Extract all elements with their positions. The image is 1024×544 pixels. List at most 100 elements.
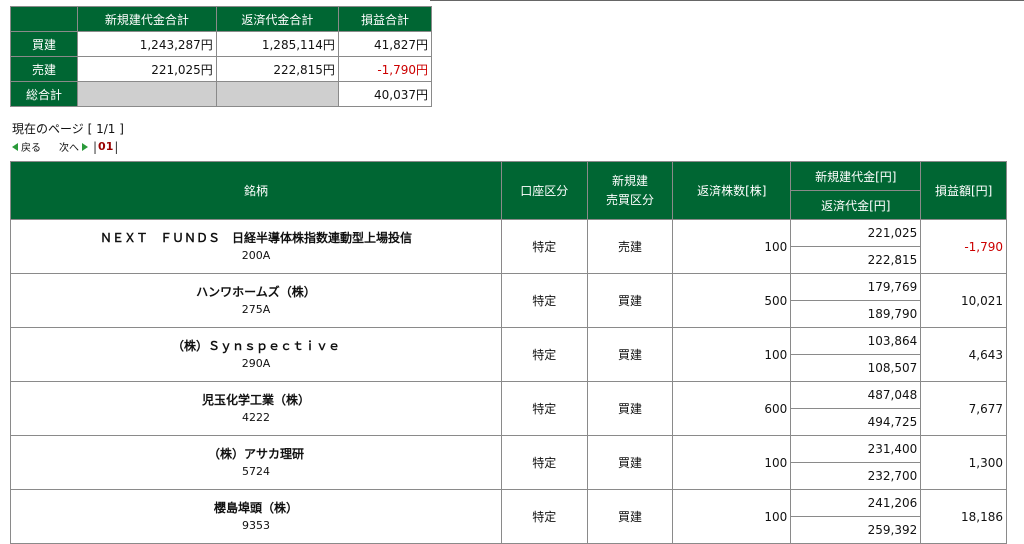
close-amount: 189,790 [790, 300, 922, 328]
table-row: （株）アサカ理研 5724 特定 買建 100 231,400 1,300 [10, 435, 1007, 490]
top-divider [430, 0, 1024, 1]
summary-header-pl: 損益合計 [337, 6, 433, 32]
header-qty: 返済株数[株] [672, 161, 792, 220]
stock-name: ＮＥＸＴ ＦＵＮＤＳ 日経半導体株指数連動型上場投信 [99, 230, 412, 245]
summary-row-sell: 売建 221,025円 222,815円 -1,790円 [10, 56, 433, 82]
open-amount: 241,206 [790, 489, 922, 517]
pager: 戻る 次へ | 01 | [12, 139, 119, 154]
arrow-right-icon [82, 142, 88, 151]
summary-table: 新規建代金合計 返済代金合計 損益合計 買建 1,243,287円 1,285,… [10, 6, 433, 107]
open-amount: 221,025 [790, 219, 922, 247]
header-name: 銘柄 [10, 161, 502, 220]
account-type: 特定 [500, 219, 588, 274]
header-account: 口座区分 [500, 161, 588, 220]
close-amount: 232,700 [790, 462, 922, 490]
summary-row-label: 売建 [10, 56, 78, 82]
close-quantity: 500 [672, 273, 792, 328]
close-amount: 222,815 [790, 246, 922, 274]
table-row: ハンワホームズ（株） 275A 特定 買建 500 179,769 10,021 [10, 273, 1007, 328]
summary-header-open: 新規建代金合計 [77, 6, 217, 32]
stock-code: 290A [241, 356, 271, 370]
open-amount: 231,400 [790, 435, 922, 463]
profit-loss: -1,790 [920, 219, 1007, 274]
header-open-amount: 新規建代金[円] [790, 161, 922, 191]
profit-loss: 10,021 [920, 273, 1007, 328]
summary-empty-cell [77, 81, 217, 107]
stock-code: 200A [241, 248, 271, 262]
summary-close-value: 1,285,114円 [215, 31, 339, 57]
prev-label: 戻る [21, 143, 41, 154]
stock-name-cell: ハンワホームズ（株） 275A [10, 273, 502, 328]
profit-loss: 7,677 [920, 381, 1007, 436]
stock-name: （株）Ｓｙｎｓｐｅｃｔｉｖｅ [171, 338, 340, 353]
trade-side: 売建 [586, 219, 674, 274]
table-row: 児玉化学工業（株） 4222 特定 買建 600 487,048 7,677 [10, 381, 1007, 436]
account-type: 特定 [500, 489, 588, 544]
stock-name: 児玉化学工業（株） [201, 392, 310, 407]
summary-pl-value: -1,790円 [337, 56, 433, 82]
stock-name: （株）アサカ理研 [207, 446, 304, 461]
summary-row-label: 買建 [10, 31, 78, 57]
pager-separator: | [93, 139, 98, 154]
header-pl: 損益額[円] [920, 161, 1007, 220]
stock-name-cell: （株）Ｓｙｎｓｐｅｃｔｉｖｅ 290A [10, 327, 502, 382]
summary-row-buy: 買建 1,243,287円 1,285,114円 41,827円 [10, 31, 433, 57]
summary-open-value: 1,243,287円 [77, 31, 217, 57]
table-row: （株）Ｓｙｎｓｐｅｃｔｉｖｅ 290A 特定 買建 100 103,864 4,… [10, 327, 1007, 382]
summary-row-label: 総合計 [10, 81, 78, 107]
stock-name: 櫻島埠頭（株） [213, 500, 298, 515]
trade-side: 買建 [586, 489, 674, 544]
summary-total-pl: 40,037円 [337, 81, 433, 107]
trade-side: 買建 [586, 381, 674, 436]
pager-separator: | [114, 139, 119, 154]
trade-side: 買建 [586, 273, 674, 328]
stock-code: 5724 [241, 464, 270, 478]
summary-header-close: 返済代金合計 [215, 6, 339, 32]
open-amount: 487,048 [790, 381, 922, 409]
account-type: 特定 [500, 381, 588, 436]
summary-open-value: 221,025円 [77, 56, 217, 82]
account-type: 特定 [500, 327, 588, 382]
close-quantity: 100 [672, 327, 792, 382]
trade-side: 買建 [586, 435, 674, 490]
close-quantity: 100 [672, 435, 792, 490]
stock-name-cell: 櫻島埠頭（株） 9353 [10, 489, 502, 544]
prev-link[interactable]: 戻る [12, 139, 41, 154]
next-link[interactable]: 次へ [59, 139, 88, 154]
header-side: 新規建 売買区分 [586, 161, 674, 220]
account-type: 特定 [500, 435, 588, 490]
account-type: 特定 [500, 273, 588, 328]
summary-pl-value: 41,827円 [337, 31, 433, 57]
table-row: ＮＥＸＴ ＦＵＮＤＳ 日経半導体株指数連動型上場投信 200A 特定 売建 10… [10, 219, 1007, 274]
stock-code: 275A [241, 302, 271, 316]
page-number-current[interactable]: 01 [98, 140, 113, 153]
summary-empty-cell [215, 81, 339, 107]
profit-loss: 18,186 [920, 489, 1007, 544]
summary-close-value: 222,815円 [215, 56, 339, 82]
close-quantity: 100 [672, 219, 792, 274]
positions-table: 銘柄 口座区分 新規建 売買区分 返済株数[株] 新規建代金[円] 損益額[円]… [10, 161, 1007, 544]
close-amount: 108,507 [790, 354, 922, 382]
header-side-text: 新規建 売買区分 [605, 173, 654, 207]
stock-name-cell: ＮＥＸＴ ＦＵＮＤＳ 日経半導体株指数連動型上場投信 200A [10, 219, 502, 274]
open-amount: 103,864 [790, 327, 922, 355]
stock-code: 9353 [241, 518, 270, 532]
stock-name-cell: 児玉化学工業（株） 4222 [10, 381, 502, 436]
profit-loss: 1,300 [920, 435, 1007, 490]
stock-name: ハンワホームズ（株） [196, 284, 316, 299]
summary-row-total: 総合計 40,037円 [10, 81, 433, 107]
summary-corner [10, 6, 78, 32]
table-row: 櫻島埠頭（株） 9353 特定 買建 100 241,206 18,186 [10, 489, 1007, 544]
close-quantity: 600 [672, 381, 792, 436]
close-amount: 259,392 [790, 516, 922, 544]
open-amount: 179,769 [790, 273, 922, 301]
profit-loss: 4,643 [920, 327, 1007, 382]
arrow-left-icon [12, 142, 18, 151]
stock-code: 4222 [241, 410, 270, 424]
next-label: 次へ [59, 143, 79, 154]
page-info: 現在のページ [ 1/1 ] [12, 122, 124, 136]
trade-side: 買建 [586, 327, 674, 382]
header-close-amount: 返済代金[円] [790, 190, 922, 220]
close-quantity: 100 [672, 489, 792, 544]
stock-name-cell: （株）アサカ理研 5724 [10, 435, 502, 490]
